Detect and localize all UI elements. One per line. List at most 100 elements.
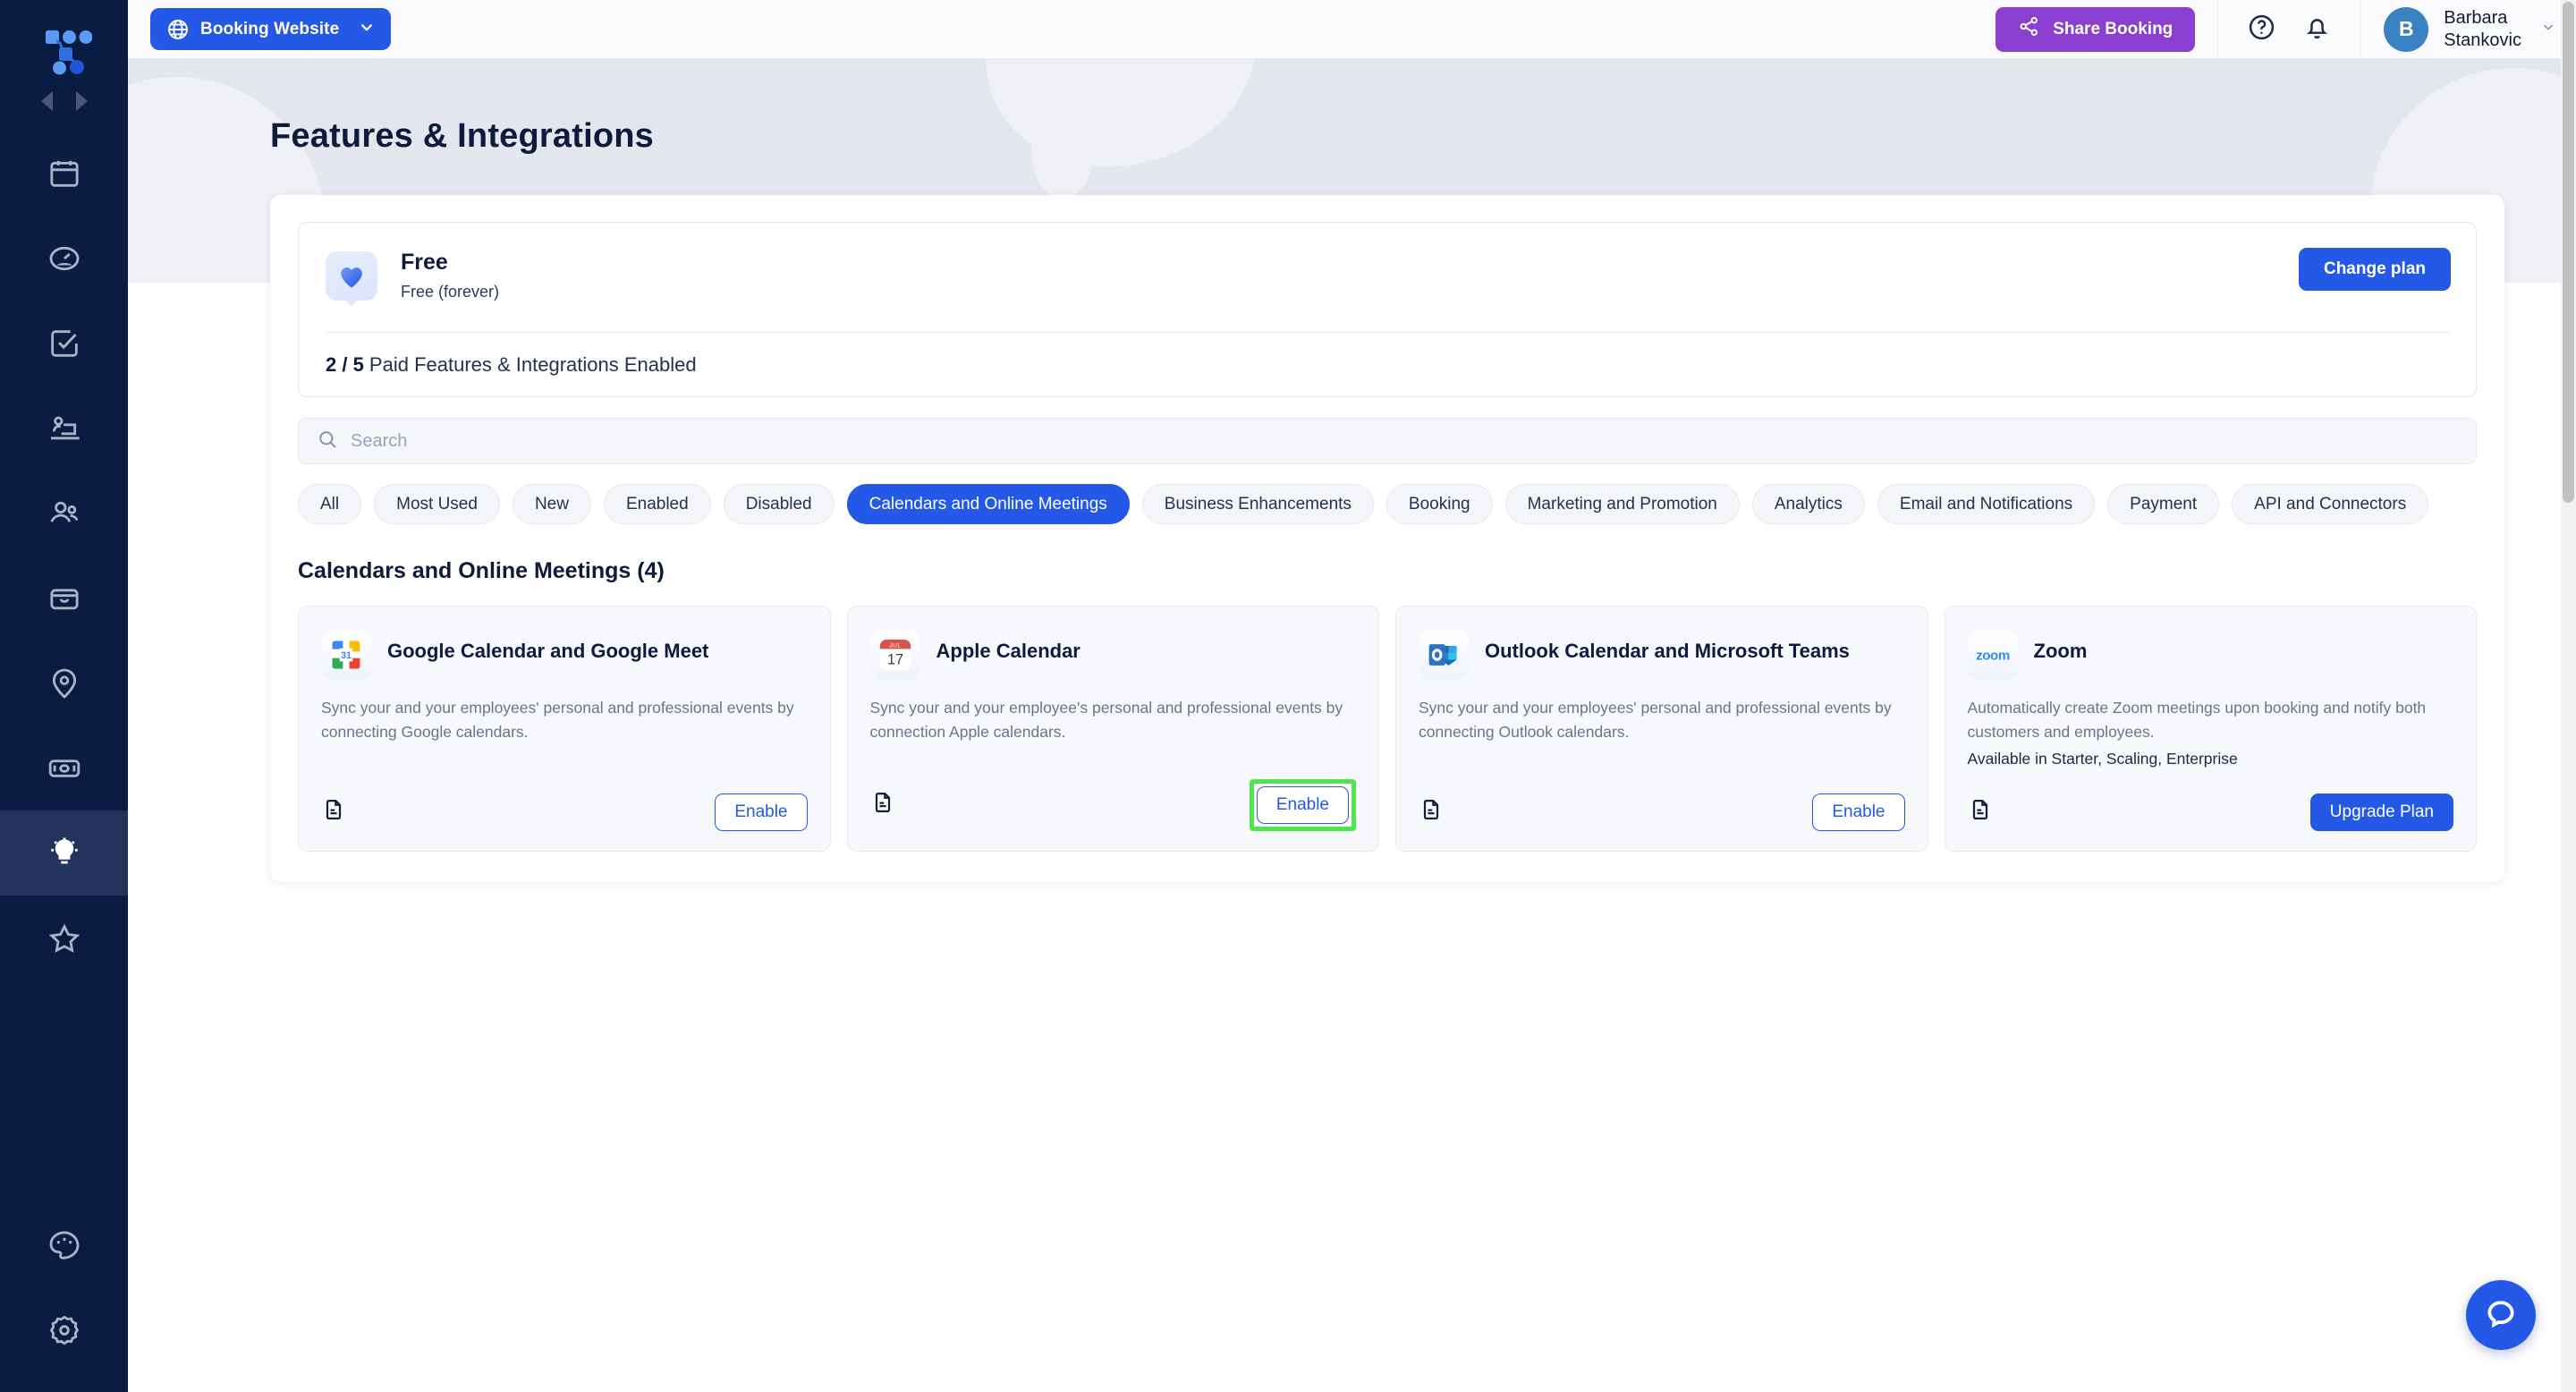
integration-name: Apple Calendar bbox=[936, 640, 1080, 662]
question-circle-icon bbox=[2247, 13, 2276, 47]
user-menu[interactable]: B Barbara Stankovic bbox=[2360, 6, 2576, 52]
user-last-name: Stankovic bbox=[2444, 30, 2521, 50]
app-root: Booking Website Share Booking B Barbara … bbox=[0, 0, 2576, 1392]
chevron-down-icon bbox=[357, 17, 377, 42]
filter-chip[interactable]: Calendars and Online Meetings bbox=[846, 484, 1130, 524]
vertical-scrollbar[interactable] bbox=[2561, 0, 2576, 1392]
integration-name: Outlook Calendar and Microsoft Teams bbox=[1485, 640, 1850, 662]
paid-features-counter-text: Paid Features & Integrations Enabled bbox=[363, 353, 697, 376]
integration-card-header: JUL 17 Apple Calendar bbox=[869, 630, 1357, 680]
change-plan-button[interactable]: Change plan bbox=[2298, 248, 2451, 291]
sidebar-item-inbox[interactable] bbox=[0, 556, 128, 641]
integration-card-header: 31 Google Calendar and Google Meet bbox=[321, 630, 808, 680]
heart-bubble-icon bbox=[326, 251, 377, 310]
integration-card: Outlook Calendar and Microsoft Teams Syn… bbox=[1395, 606, 1928, 852]
sidebar-item-customers[interactable] bbox=[0, 471, 128, 556]
filter-chip[interactable]: Payment bbox=[2107, 484, 2220, 524]
sidebar-item-payments[interactable] bbox=[0, 726, 128, 811]
booking-website-button[interactable]: Booking Website bbox=[150, 8, 392, 50]
chat-bubble-icon bbox=[2484, 1296, 2518, 1335]
sidebar-item-calendar[interactable] bbox=[0, 131, 128, 216]
collapse-next-icon[interactable] bbox=[75, 91, 88, 111]
collapse-prev-icon[interactable] bbox=[40, 91, 53, 111]
sidebar-item-features[interactable] bbox=[0, 811, 128, 895]
booking-website-label: Booking Website bbox=[200, 19, 340, 38]
upgrade-plan-button[interactable]: Upgrade Plan bbox=[2309, 793, 2453, 831]
left-sidebar bbox=[0, 0, 128, 1392]
integration-card-header: zoom Zoom bbox=[1967, 630, 2454, 680]
scrollbar-thumb[interactable] bbox=[2563, 2, 2574, 503]
integration-description: Sync your and your employee's personal a… bbox=[869, 699, 1343, 742]
share-booking-button[interactable]: Share Booking bbox=[1996, 6, 2196, 52]
filter-chip[interactable]: Most Used bbox=[374, 484, 500, 524]
chevron-down-icon bbox=[2540, 19, 2556, 39]
filter-chip[interactable]: All bbox=[298, 484, 362, 524]
document-icon[interactable] bbox=[1968, 797, 1993, 827]
sidebar-item-appearance[interactable] bbox=[0, 1202, 128, 1287]
svg-text:JUL: JUL bbox=[889, 642, 901, 649]
sidebar-nav-bottom bbox=[0, 1202, 128, 1392]
sidebar-item-dashboard[interactable] bbox=[0, 216, 128, 301]
filter-chip[interactable]: Analytics bbox=[1751, 484, 1865, 524]
topbar-icon-group bbox=[2217, 0, 2361, 59]
filter-chip[interactable]: New bbox=[512, 484, 591, 524]
highlight-ring: Enable bbox=[1249, 778, 1356, 831]
integration-description: Sync your and your employees' personal a… bbox=[1419, 699, 1892, 742]
apple-calendar-icon: JUL 17 bbox=[869, 630, 920, 680]
sidebar-nav bbox=[0, 131, 128, 980]
plan-cta: Change plan bbox=[2298, 248, 2451, 291]
sidebar-item-settings[interactable] bbox=[0, 1287, 128, 1372]
integration-card: JUL 17 Apple Calendar Sync your and your… bbox=[846, 606, 1379, 852]
integration-name: Zoom bbox=[2033, 640, 2088, 662]
filter-chip[interactable]: API and Connectors bbox=[2232, 484, 2429, 524]
document-icon[interactable] bbox=[321, 797, 346, 827]
paid-features-counter-value: 2 / 5 bbox=[326, 353, 364, 376]
chat-support-button[interactable] bbox=[2466, 1280, 2536, 1350]
svg-text:17: 17 bbox=[886, 652, 902, 668]
help-button[interactable] bbox=[2243, 12, 2279, 47]
plan-summary-header: Free Free (forever) Change plan bbox=[326, 248, 2451, 310]
plan-text-block: Free Free (forever) bbox=[401, 248, 499, 301]
sidebar-item-workspace[interactable] bbox=[0, 386, 128, 471]
user-first-name: Barbara bbox=[2444, 8, 2508, 29]
filter-chip[interactable]: Enabled bbox=[603, 484, 711, 524]
integration-card-footer: Enable bbox=[1419, 770, 1905, 831]
filter-chip[interactable]: Email and Notifications bbox=[1877, 484, 2096, 524]
filter-chip[interactable]: Marketing and Promotion bbox=[1504, 484, 1740, 524]
plan-summary-box: Free Free (forever) Change plan 2 / 5 Pa… bbox=[298, 222, 2477, 397]
enable-button[interactable]: Enable bbox=[715, 793, 808, 831]
filter-chip[interactable]: Booking bbox=[1385, 484, 1493, 524]
integration-card-footer: Enable bbox=[870, 756, 1356, 831]
integration-availability: Available in Starter, Scaling, Enterpris… bbox=[1967, 749, 2238, 768]
sidebar-collapse-controls bbox=[0, 91, 128, 111]
filter-chip[interactable]: Business Enhancements bbox=[1141, 484, 1374, 524]
top-bar: Booking Website Share Booking B Barbara … bbox=[128, 0, 2576, 59]
document-icon[interactable] bbox=[1419, 797, 1444, 827]
plan-name: Free bbox=[401, 250, 448, 275]
zoom-icon: zoom bbox=[1967, 630, 2018, 680]
svg-text:zoom: zoom bbox=[1976, 648, 2010, 663]
integration-description: Automatically create Zoom meetings upon … bbox=[1967, 699, 2427, 742]
integration-card: zoom Zoom Automatically create Zoom meet… bbox=[1944, 606, 2477, 852]
enable-button[interactable]: Enable bbox=[1256, 785, 1349, 824]
sidebar-item-favorites[interactable] bbox=[0, 895, 128, 980]
content-scroll-region: Features & Integrations Free Free (forev… bbox=[128, 59, 2576, 1392]
document-icon[interactable] bbox=[870, 790, 895, 819]
enable-button[interactable]: Enable bbox=[1812, 793, 1905, 831]
google-calendar-icon: 31 bbox=[321, 630, 371, 680]
sidebar-item-tasks[interactable] bbox=[0, 301, 128, 386]
search-bar[interactable] bbox=[298, 418, 2477, 464]
search-icon bbox=[317, 429, 338, 454]
integration-description: Sync your and your employees' personal a… bbox=[321, 699, 794, 742]
notifications-button[interactable] bbox=[2299, 12, 2334, 47]
bell-icon bbox=[2302, 13, 2332, 47]
sidebar-item-locations[interactable] bbox=[0, 641, 128, 726]
filter-chip[interactable]: Disabled bbox=[723, 484, 835, 524]
search-input[interactable] bbox=[351, 430, 2458, 452]
main-area: Booking Website Share Booking B Barbara … bbox=[128, 0, 2576, 1392]
globe-icon bbox=[166, 18, 190, 41]
integration-card-footer: Upgrade Plan bbox=[1968, 770, 2453, 831]
logo-icon[interactable] bbox=[37, 23, 92, 79]
page-title: Features & Integrations bbox=[270, 117, 655, 155]
plan-divider bbox=[326, 332, 2451, 333]
